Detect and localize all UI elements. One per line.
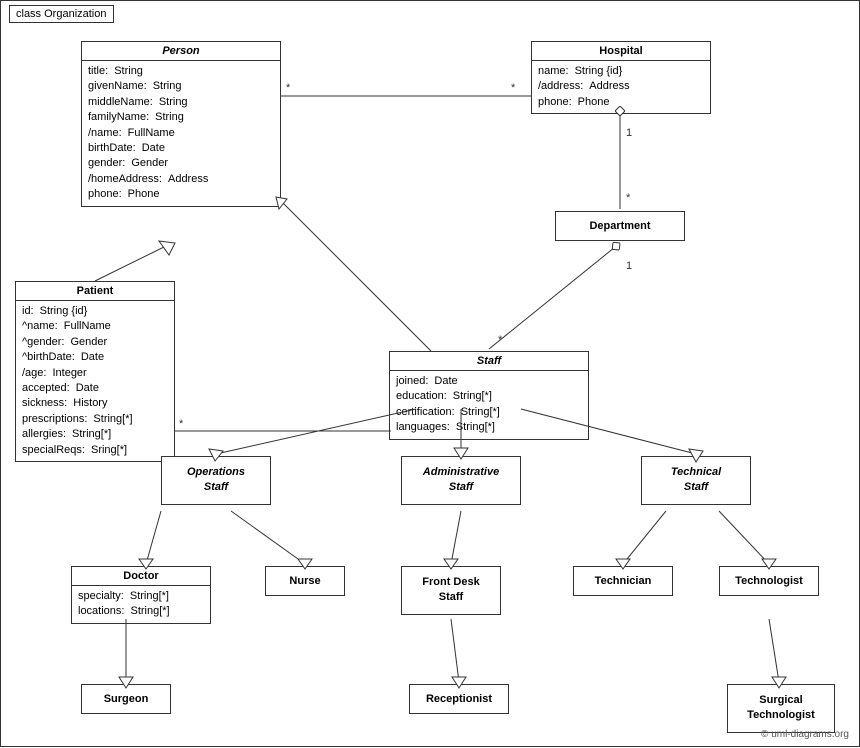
technologist-box: Technologist xyxy=(719,566,819,596)
surgeon-title: Surgeon xyxy=(82,685,170,713)
hospital-title: Hospital xyxy=(532,42,710,61)
person-attrs: title:String givenName:String middleName… xyxy=(82,61,280,206)
surgical-technologist-box: SurgicalTechnologist xyxy=(727,684,835,733)
person-box: Person title:String givenName:String mid… xyxy=(81,41,281,207)
nurse-box: Nurse xyxy=(265,566,345,596)
operations-staff-title: OperationsStaff xyxy=(162,457,270,504)
staff-title: Staff xyxy=(390,352,588,371)
patient-attrs: id:String {id} ^name:FullName ^gender:Ge… xyxy=(16,301,174,461)
department-box: Department xyxy=(555,211,685,241)
front-desk-staff-title: Front DeskStaff xyxy=(402,567,500,614)
svg-text:*: * xyxy=(179,418,184,430)
diagram-container: class Organization Person title:String g… xyxy=(0,0,860,747)
technician-title: Technician xyxy=(574,567,672,595)
surgical-technologist-title: SurgicalTechnologist xyxy=(728,685,834,732)
diagram-title: class Organization xyxy=(9,5,114,23)
doctor-attrs: specialty:String[*] locations:String[*] xyxy=(72,586,210,623)
staff-attrs: joined:Date education:String[*] certific… xyxy=(390,371,588,439)
surgeon-box: Surgeon xyxy=(81,684,171,714)
receptionist-box: Receptionist xyxy=(409,684,509,714)
svg-text:1: 1 xyxy=(626,127,632,139)
person-title: Person xyxy=(82,42,280,61)
receptionist-title: Receptionist xyxy=(410,685,508,713)
patient-title: Patient xyxy=(16,282,174,301)
hospital-box: Hospital name:String {id} /address:Addre… xyxy=(531,41,711,114)
patient-box: Patient id:String {id} ^name:FullName ^g… xyxy=(15,281,175,462)
copyright: © uml-diagrams.org xyxy=(761,729,849,740)
svg-text:*: * xyxy=(511,82,516,94)
svg-text:1: 1 xyxy=(626,260,632,272)
svg-text:*: * xyxy=(286,82,291,94)
svg-text:*: * xyxy=(626,192,631,204)
staff-box: Staff joined:Date education:String[*] ce… xyxy=(389,351,589,440)
technologist-title: Technologist xyxy=(720,567,818,595)
hospital-attrs: name:String {id} /address:Address phone:… xyxy=(532,61,710,113)
operations-staff-box: OperationsStaff xyxy=(161,456,271,505)
nurse-title: Nurse xyxy=(266,567,344,595)
technician-box: Technician xyxy=(573,566,673,596)
doctor-title: Doctor xyxy=(72,567,210,586)
department-title: Department xyxy=(556,212,684,240)
svg-text:*: * xyxy=(498,334,503,346)
administrative-staff-box: AdministrativeStaff xyxy=(401,456,521,505)
front-desk-staff-box: Front DeskStaff xyxy=(401,566,501,615)
technical-staff-title: TechnicalStaff xyxy=(642,457,750,504)
doctor-box: Doctor specialty:String[*] locations:Str… xyxy=(71,566,211,624)
administrative-staff-title: AdministrativeStaff xyxy=(402,457,520,504)
technical-staff-box: TechnicalStaff xyxy=(641,456,751,505)
